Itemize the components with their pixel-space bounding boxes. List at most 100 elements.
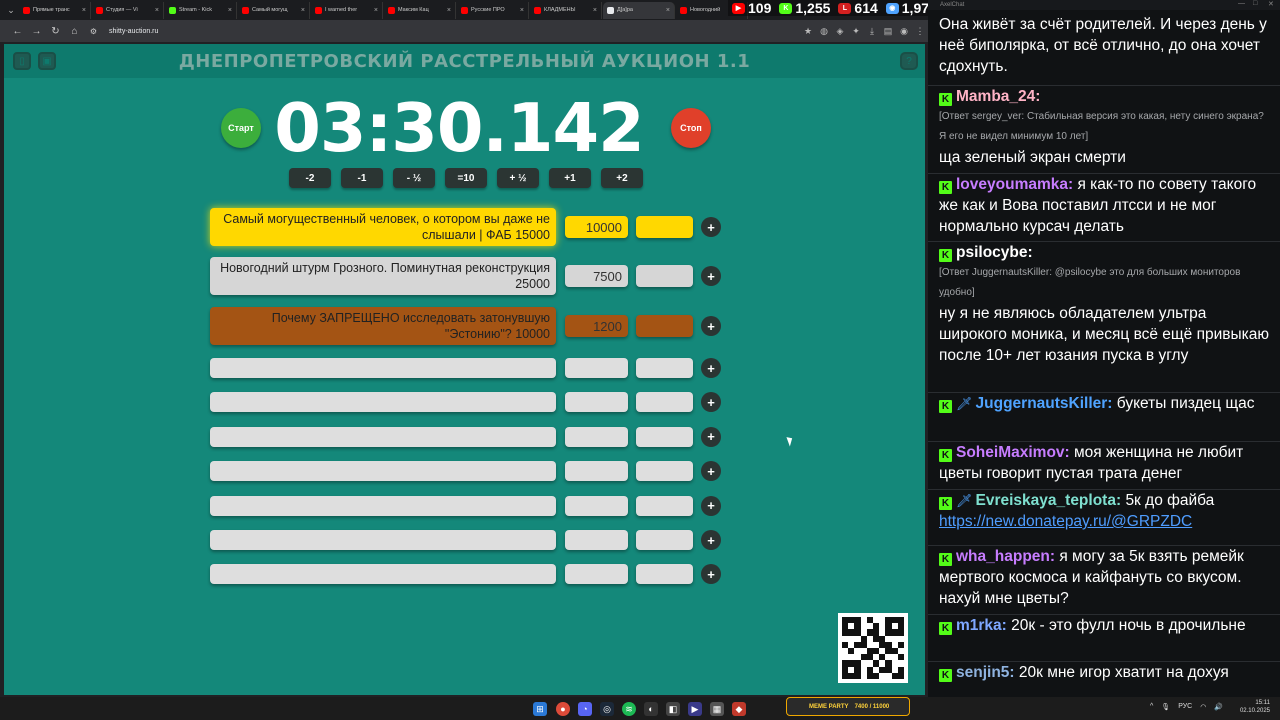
start-menu-icon[interactable]: ⊞	[533, 702, 547, 716]
chat-username[interactable]: senjin5:	[956, 664, 1015, 681]
lot-amount-field[interactable]	[565, 530, 628, 550]
obs-icon[interactable]: ◐	[644, 702, 658, 716]
chat-username[interactable]: JuggernautsKiller:	[976, 395, 1113, 412]
lot-add-amount-field[interactable]	[636, 461, 693, 482]
lot-amount-field[interactable]	[565, 461, 628, 482]
clock[interactable]: 15:11 02.10.2025	[1240, 699, 1270, 715]
browser-tab[interactable]: Д[а]ра ×	[603, 1, 675, 19]
download-icon[interactable]: ⤓	[864, 26, 880, 37]
chat-username[interactable]: Mamba_24:	[956, 88, 1040, 105]
stop-button[interactable]: Стоп	[671, 108, 711, 148]
discord-icon[interactable]: ◔	[578, 702, 592, 716]
meme-party-widget[interactable]: MEME PARTY 7400 / 11000	[786, 697, 910, 716]
add-amount-button[interactable]: +	[701, 530, 721, 550]
add-amount-button[interactable]: +	[701, 426, 721, 447]
add-amount-button[interactable]: +	[701, 217, 721, 237]
lot-amount-field[interactable]: 7500	[565, 265, 628, 287]
time-adjust-button[interactable]: -2	[289, 168, 331, 188]
sidebar-icon[interactable]: ▤	[880, 26, 896, 37]
browser-tab[interactable]: Прямые транс ×	[19, 1, 91, 19]
minimize-icon[interactable]: —	[1238, 0, 1245, 7]
app-icon[interactable]: ◧	[666, 702, 680, 716]
add-amount-button[interactable]: +	[701, 495, 721, 516]
lot-name-field[interactable]	[210, 358, 556, 378]
browser-tab[interactable]: Русские ПРО ×	[457, 1, 529, 19]
lot-name-field[interactable]	[210, 564, 556, 585]
extension-icon[interactable]: ◍	[816, 26, 832, 37]
menu-icon[interactable]: ⋮	[912, 26, 928, 37]
app-icon-4[interactable]: ◆	[732, 702, 746, 716]
close-icon[interactable]: ✕	[1268, 0, 1274, 8]
tab-close-icon[interactable]: ×	[666, 7, 670, 14]
add-amount-button[interactable]: +	[701, 461, 721, 482]
wifi-icon[interactable]: ◠	[1200, 703, 1206, 711]
time-adjust-button[interactable]: +2	[601, 168, 643, 188]
browser-tab[interactable]: Самый могущ ×	[238, 1, 310, 19]
browser-tab[interactable]: Stream - Kick ×	[165, 1, 237, 19]
tab-close-icon[interactable]: ×	[374, 7, 378, 14]
maximize-icon[interactable]: □	[1253, 0, 1257, 7]
chrome-icon[interactable]: ●	[556, 702, 570, 716]
mic-icon[interactable]: 🎙	[1161, 703, 1170, 711]
start-button[interactable]: Старт	[221, 108, 261, 148]
lot-amount-field[interactable]: 10000	[565, 216, 628, 238]
extension-icon-2[interactable]: ◈	[832, 26, 848, 37]
lot-add-amount-field[interactable]	[636, 265, 693, 287]
browser-tab[interactable]: Максим Кац ×	[384, 1, 456, 19]
browser-tab[interactable]: I warned ther ×	[311, 1, 383, 19]
chat-username[interactable]: wha_happen:	[956, 548, 1055, 565]
lot-name-field[interactable]	[210, 495, 556, 516]
tab-close-icon[interactable]: ×	[301, 7, 305, 14]
add-amount-button[interactable]: +	[701, 392, 721, 413]
chat-username[interactable]: psilocybe:	[956, 244, 1033, 261]
site-info-icon[interactable]: ⚙	[84, 27, 103, 36]
spotify-icon[interactable]: ≋	[622, 702, 636, 716]
lot-add-amount-field[interactable]	[636, 495, 693, 516]
lot-name-field[interactable]: Самый могущественный человек, о котором …	[210, 208, 556, 246]
lot-add-amount-field[interactable]	[636, 315, 693, 337]
lot-amount-field[interactable]	[565, 495, 628, 516]
home-icon[interactable]: ⌂	[65, 26, 84, 37]
time-adjust-button[interactable]: +1	[549, 168, 591, 188]
back-icon[interactable]: ←	[8, 26, 27, 37]
browser-tab[interactable]: Студия — Vi ×	[92, 1, 164, 19]
lot-amount-field[interactable]: 1200	[565, 315, 628, 337]
lot-add-amount-field[interactable]	[636, 392, 693, 413]
add-amount-button[interactable]: +	[701, 358, 721, 378]
tab-close-icon[interactable]: ×	[228, 7, 232, 14]
chat-link[interactable]: https://new.donatepay.ru/@GRPZDC	[939, 513, 1192, 530]
lot-amount-field[interactable]	[565, 392, 628, 413]
lot-add-amount-field[interactable]	[636, 358, 693, 378]
app-icon-3[interactable]: ▦	[710, 702, 724, 716]
help-icon[interactable]: ?	[900, 52, 918, 70]
lot-name-field[interactable]	[210, 392, 556, 413]
language-indicator[interactable]: РУС	[1178, 703, 1192, 711]
puzzle-icon[interactable]: ✦	[848, 26, 864, 37]
time-adjust-button[interactable]: =10	[445, 168, 487, 188]
chat-username[interactable]: Evreiskaya_teplota:	[976, 492, 1122, 509]
time-adjust-button[interactable]: -1	[341, 168, 383, 188]
tab-close-icon[interactable]: ×	[593, 7, 597, 14]
lot-amount-field[interactable]	[565, 564, 628, 585]
lot-add-amount-field[interactable]	[636, 564, 693, 585]
tab-close-icon[interactable]: ×	[447, 7, 451, 14]
chat-username[interactable]: loveyoumamka:	[956, 176, 1073, 193]
tab-close-icon[interactable]: ×	[82, 7, 86, 14]
lot-add-amount-field[interactable]	[636, 426, 693, 447]
time-adjust-button[interactable]: - ½	[393, 168, 435, 188]
lot-name-field[interactable]: Почему ЗАПРЕЩЕНО исследовать затонувшую …	[210, 307, 556, 345]
profile-icon[interactable]: ◉	[896, 26, 912, 37]
reload-icon[interactable]: ↻	[46, 26, 65, 37]
lot-name-field[interactable]: Новогодний штурм Грозного. Поминутная ре…	[210, 257, 556, 295]
time-adjust-button[interactable]: + ½	[497, 168, 539, 188]
lot-name-field[interactable]	[210, 426, 556, 447]
lot-name-field[interactable]	[210, 530, 556, 550]
lot-name-field[interactable]	[210, 461, 556, 482]
url-field[interactable]: shitty-auction.ru	[109, 28, 800, 35]
browser-tab[interactable]: КЛАДМЕНЫ ×	[530, 1, 602, 19]
add-amount-button[interactable]: +	[701, 316, 721, 336]
forward-icon[interactable]: →	[27, 26, 46, 37]
chat-username[interactable]: SoheiMaximov:	[956, 444, 1070, 461]
tab-close-icon[interactable]: ×	[520, 7, 524, 14]
volume-icon[interactable]: 🔊	[1214, 703, 1223, 711]
